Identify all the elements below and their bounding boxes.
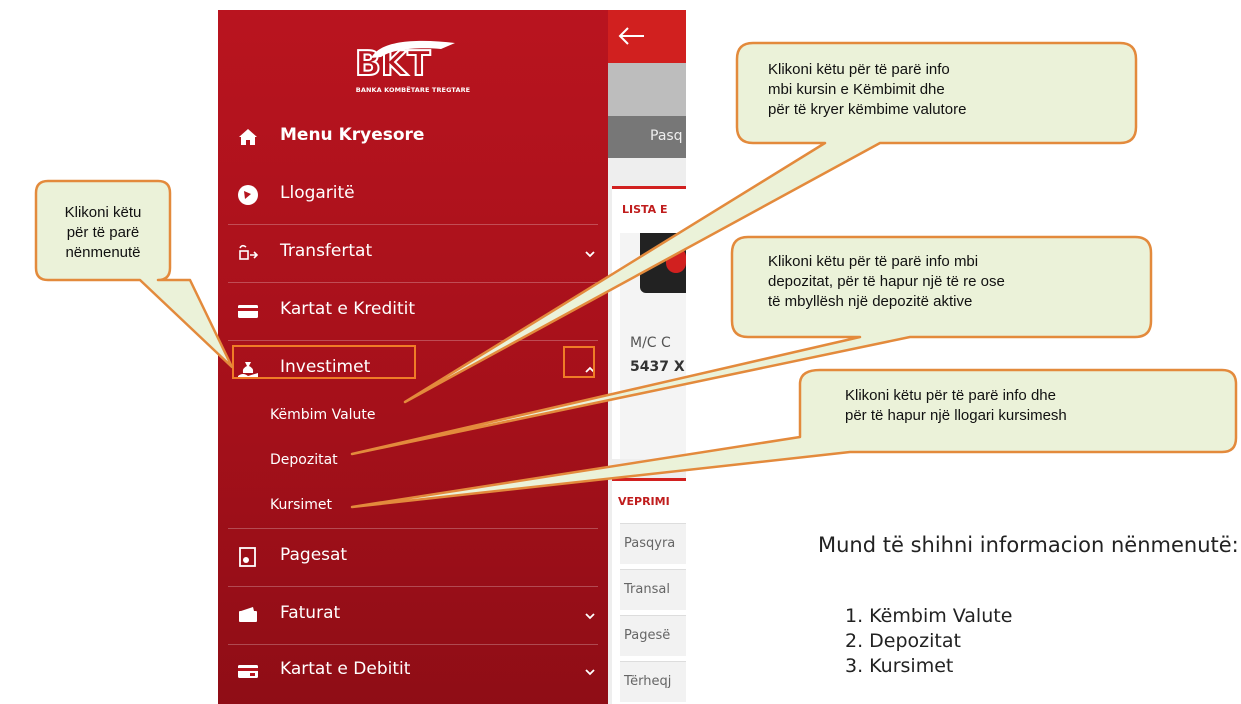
- callout-layer: [34, 41, 1238, 509]
- submenu-list: 1. Këmbim Valute 2. Depozitat 3. Kursime…: [845, 605, 1012, 680]
- callout-line: Klikoni këtu për të parë info mbi: [768, 253, 979, 270]
- submenu-list-item: 1. Këmbim Valute: [845, 605, 1013, 627]
- callout-line: nënmenutë: [65, 244, 141, 261]
- callout-line: Klikoni këtu: [64, 204, 142, 221]
- callout-line: Klikoni këtu për të parë info: [768, 61, 950, 78]
- callout-line: për të hapur një llogari kursimesh: [845, 407, 1067, 424]
- callout-line: depozitat, për të hapur një të re ose: [768, 273, 1005, 290]
- callout-savings-bubble: [350, 368, 1238, 509]
- callout-line: për të kryer këmbime valutore: [768, 101, 967, 118]
- callout-line: mbi kursin e Këmbimit dhe: [768, 81, 945, 98]
- callout-submenus-text: Klikoni këtu për të parë nënmenutë: [40, 203, 166, 263]
- callout-line: për të parë: [66, 224, 140, 241]
- submenu-list-item: 2. Depozitat: [845, 630, 961, 652]
- info-paragraph: Mund të shihni informacion nënmenutë:: [818, 533, 1239, 557]
- callout-line: të mbyllësh një depozitë aktive: [768, 293, 973, 310]
- callout-deposits-text: Klikoni këtu për të parë info mbi depozi…: [768, 252, 1005, 312]
- callout-line: Klikoni këtu për të parë info dhe: [845, 387, 1056, 404]
- callout-exchange-text: Klikoni këtu për të parë info mbi kursin…: [768, 60, 966, 120]
- callout-savings-text: Klikoni këtu për të parë info dhe për të…: [845, 386, 1067, 426]
- submenu-list-item: 3. Kursimet: [845, 655, 954, 677]
